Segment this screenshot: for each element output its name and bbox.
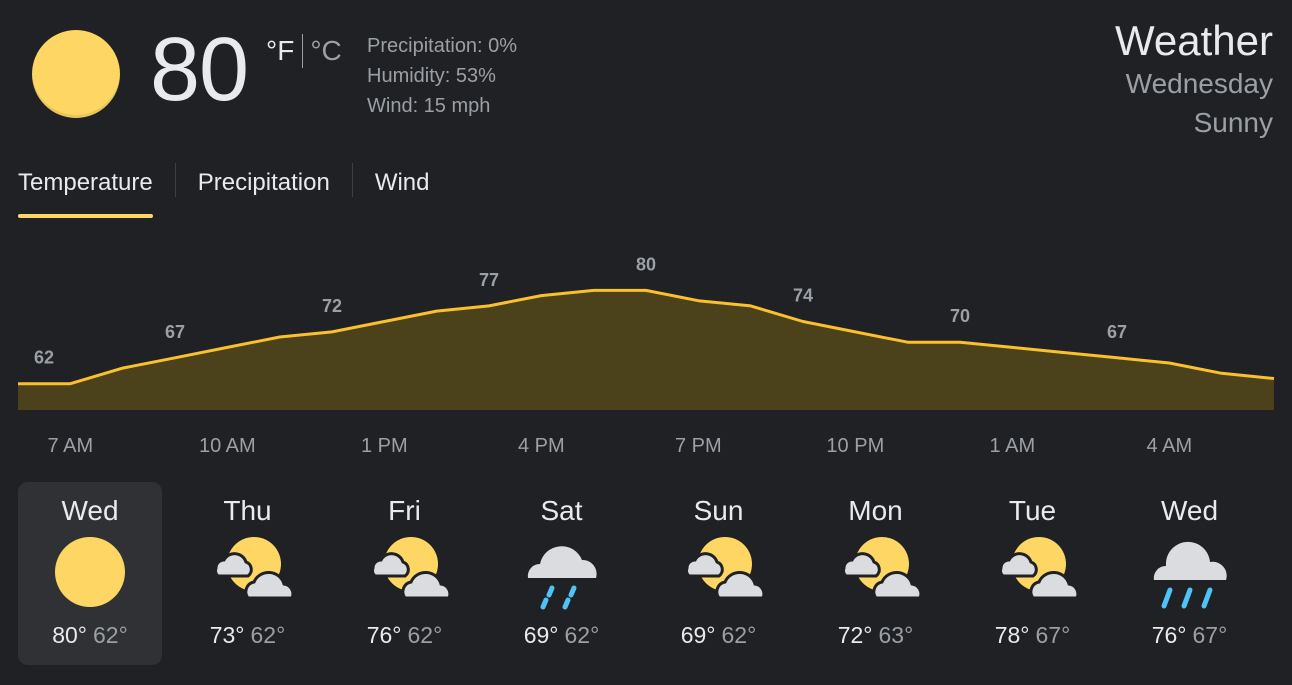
time-tick-label: 10 PM bbox=[826, 435, 885, 457]
time-tick-label: 7 PM bbox=[674, 435, 722, 457]
day-temps: 72° 63° bbox=[804, 622, 948, 649]
tab-divider bbox=[174, 163, 176, 197]
tab-precipitation[interactable]: Precipitation bbox=[198, 163, 330, 213]
data-label: 70 bbox=[950, 306, 970, 326]
high-temp: 78° bbox=[994, 622, 1030, 648]
day-name: Tue bbox=[1008, 495, 1057, 526]
time-axis: 7 AM 10 AM 1 PM 4 PM 7 PM 10 PM 1 AM 4 AM bbox=[0, 435, 1292, 461]
day-name: Sun bbox=[693, 495, 744, 526]
current-details: Precipitation: 0% Humidity: 53% Wind: 15… bbox=[367, 31, 517, 121]
high-temp: 76° bbox=[1151, 622, 1187, 648]
weather-title: Weather bbox=[1115, 17, 1273, 64]
day-temps: 76° 67° bbox=[1118, 622, 1262, 649]
partly-cloudy-icon bbox=[836, 534, 922, 610]
day-card-wed[interactable]: Wed 80° 62° bbox=[18, 482, 162, 665]
low-temp: 63° bbox=[878, 622, 914, 648]
high-temp: 80° bbox=[52, 622, 87, 648]
high-temp: 69° bbox=[680, 622, 716, 648]
humidity-text: Humidity: 53% bbox=[367, 65, 496, 87]
current-temperature: 80 bbox=[150, 20, 249, 120]
unit-divider bbox=[302, 34, 304, 68]
time-tick-label: 7 AM bbox=[47, 435, 94, 457]
daily-forecast: Wed 80° 62° Thu 73° 62° Fri 76° 62° Sat … bbox=[18, 482, 1274, 666]
data-label: 67 bbox=[1107, 322, 1127, 342]
partly-cloudy-icon bbox=[679, 534, 765, 610]
data-label: 77 bbox=[479, 270, 499, 290]
low-temp: 67° bbox=[1035, 622, 1071, 648]
low-temp: 62° bbox=[407, 622, 443, 648]
day-name: Fri bbox=[388, 495, 421, 526]
partly-cloudy-icon bbox=[208, 534, 294, 610]
day-name: Wed bbox=[1160, 495, 1219, 526]
wind-text: Wind: 15 mph bbox=[367, 95, 491, 117]
day-name: Mon bbox=[848, 495, 903, 526]
weather-condition: Sunny bbox=[1193, 107, 1273, 138]
day-temps: 69° 62° bbox=[647, 622, 791, 649]
time-tick-label: 4 PM bbox=[517, 435, 565, 457]
light-rain-icon bbox=[522, 534, 602, 610]
day-temps: 76° 62° bbox=[333, 622, 477, 649]
day-temps: 80° 62° bbox=[18, 622, 162, 649]
day-name: Sat bbox=[540, 495, 583, 526]
low-temp: 67° bbox=[1192, 622, 1228, 648]
celsius-button[interactable]: °C bbox=[310, 35, 341, 67]
rain-icon bbox=[1150, 534, 1230, 610]
data-label: 62 bbox=[34, 348, 54, 368]
unit-toggle: °F °C bbox=[266, 34, 342, 68]
weather-header: Weather Wednesday Sunny bbox=[1115, 18, 1273, 142]
data-label: 80 bbox=[636, 254, 656, 274]
time-tick-label: 4 AM bbox=[1146, 435, 1193, 457]
day-card-fri[interactable]: Fri 76° 62° bbox=[333, 482, 477, 665]
day-name: Wed bbox=[61, 495, 119, 526]
sunny-icon bbox=[50, 534, 130, 610]
day-card-wed[interactable]: Wed 76° 67° bbox=[1118, 482, 1262, 665]
day-temps: 73° 62° bbox=[176, 622, 320, 649]
high-temp: 73° bbox=[209, 622, 245, 648]
chart-tabs: Temperature Precipitation Wind bbox=[18, 163, 430, 219]
data-label: 74 bbox=[793, 285, 813, 305]
weather-day: Wednesday bbox=[1125, 68, 1273, 99]
day-temps: 78° 67° bbox=[961, 622, 1105, 649]
day-card-mon[interactable]: Mon 72° 63° bbox=[804, 482, 948, 665]
temperature-chart: 62 67 72 77 80 74 70 67 bbox=[18, 254, 1275, 410]
time-tick-label: 10 AM bbox=[198, 435, 256, 457]
low-temp: 62° bbox=[93, 622, 128, 648]
high-temp: 76° bbox=[366, 622, 402, 648]
data-label: 67 bbox=[165, 322, 185, 342]
low-temp: 62° bbox=[721, 622, 757, 648]
day-card-thu[interactable]: Thu 73° 62° bbox=[176, 482, 320, 665]
time-tick-label: 1 PM bbox=[360, 435, 408, 457]
low-temp: 62° bbox=[564, 622, 600, 648]
high-temp: 69° bbox=[523, 622, 559, 648]
time-tick-label: 1 AM bbox=[989, 435, 1036, 457]
tab-divider bbox=[351, 163, 353, 197]
data-label: 72 bbox=[322, 296, 342, 316]
high-temp: 72° bbox=[837, 622, 873, 648]
precipitation-text: Precipitation: 0% bbox=[367, 35, 518, 57]
low-temp: 62° bbox=[250, 622, 286, 648]
tab-temperature[interactable]: Temperature bbox=[18, 163, 153, 218]
day-card-tue[interactable]: Tue 78° 67° bbox=[961, 482, 1105, 665]
day-card-sun[interactable]: Sun 69° 62° bbox=[647, 482, 791, 665]
day-card-sat[interactable]: Sat 69° 62° bbox=[490, 482, 634, 665]
partly-cloudy-icon bbox=[993, 534, 1079, 610]
day-temps: 69° 62° bbox=[490, 622, 634, 649]
fahrenheit-button[interactable]: °F bbox=[266, 35, 294, 67]
day-name: Thu bbox=[223, 495, 272, 526]
partly-cloudy-icon bbox=[365, 534, 451, 610]
sunny-icon bbox=[32, 30, 120, 118]
tab-wind[interactable]: Wind bbox=[375, 163, 430, 213]
